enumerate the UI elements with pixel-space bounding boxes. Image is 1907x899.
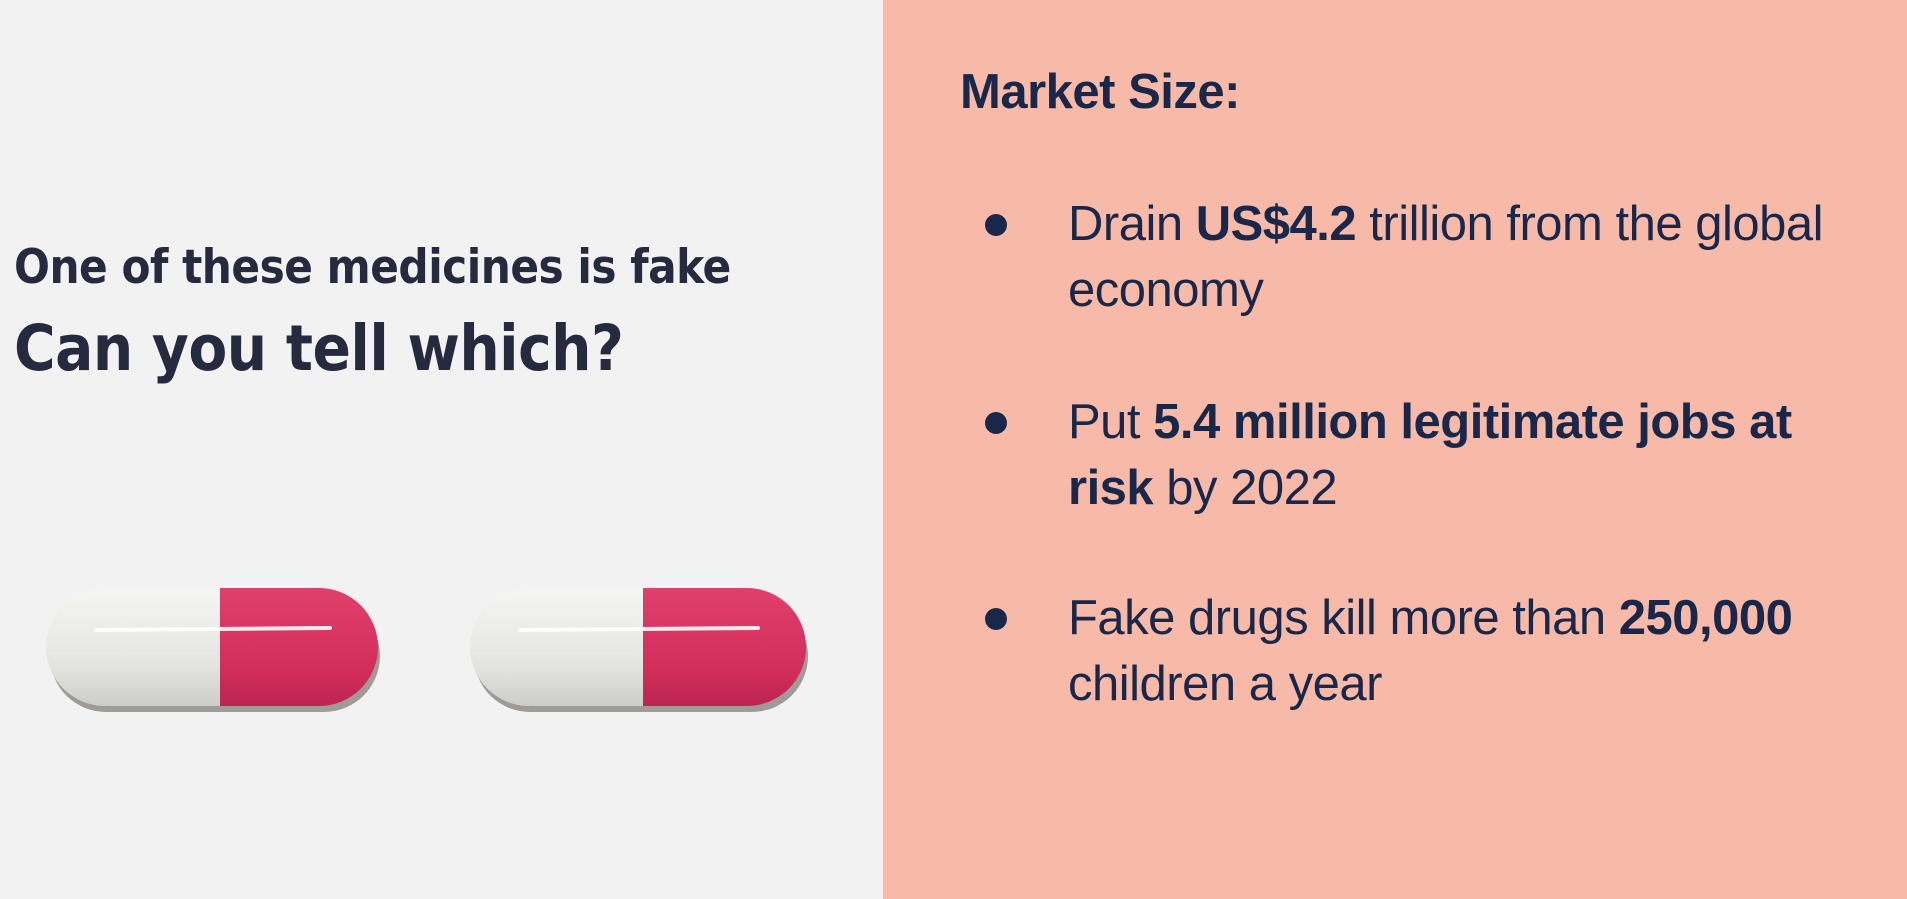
bullet-text-emphasis: 250,000 [1618,591,1793,645]
bullet-text: Put 5.4 million legitimate jobs at risk … [1068,389,1883,521]
bullet-text-segment: Put [1068,395,1154,449]
bullet-text-emphasis: US$4.2 [1195,197,1357,251]
bullet-dot [985,214,1007,236]
bullet-text: Fake drugs kill more than 250,000 childr… [1068,585,1883,717]
bullet-text-segment: Fake drugs kill more than [1068,591,1619,645]
bullet-dot [985,412,1007,434]
slide: One of these medicines is fake Can you t… [0,0,1907,899]
bullet-dot [985,608,1007,630]
market-bullets: Drain US$4.2 trillion from the global ec… [0,0,1907,899]
bullet-text-segment: children a year [1068,657,1382,711]
bullet-text: Drain US$4.2 trillion from the global ec… [1068,191,1883,323]
bullet-text-segment: by 2022 [1153,461,1338,515]
bullet-text-segment: Drain [1068,197,1196,251]
